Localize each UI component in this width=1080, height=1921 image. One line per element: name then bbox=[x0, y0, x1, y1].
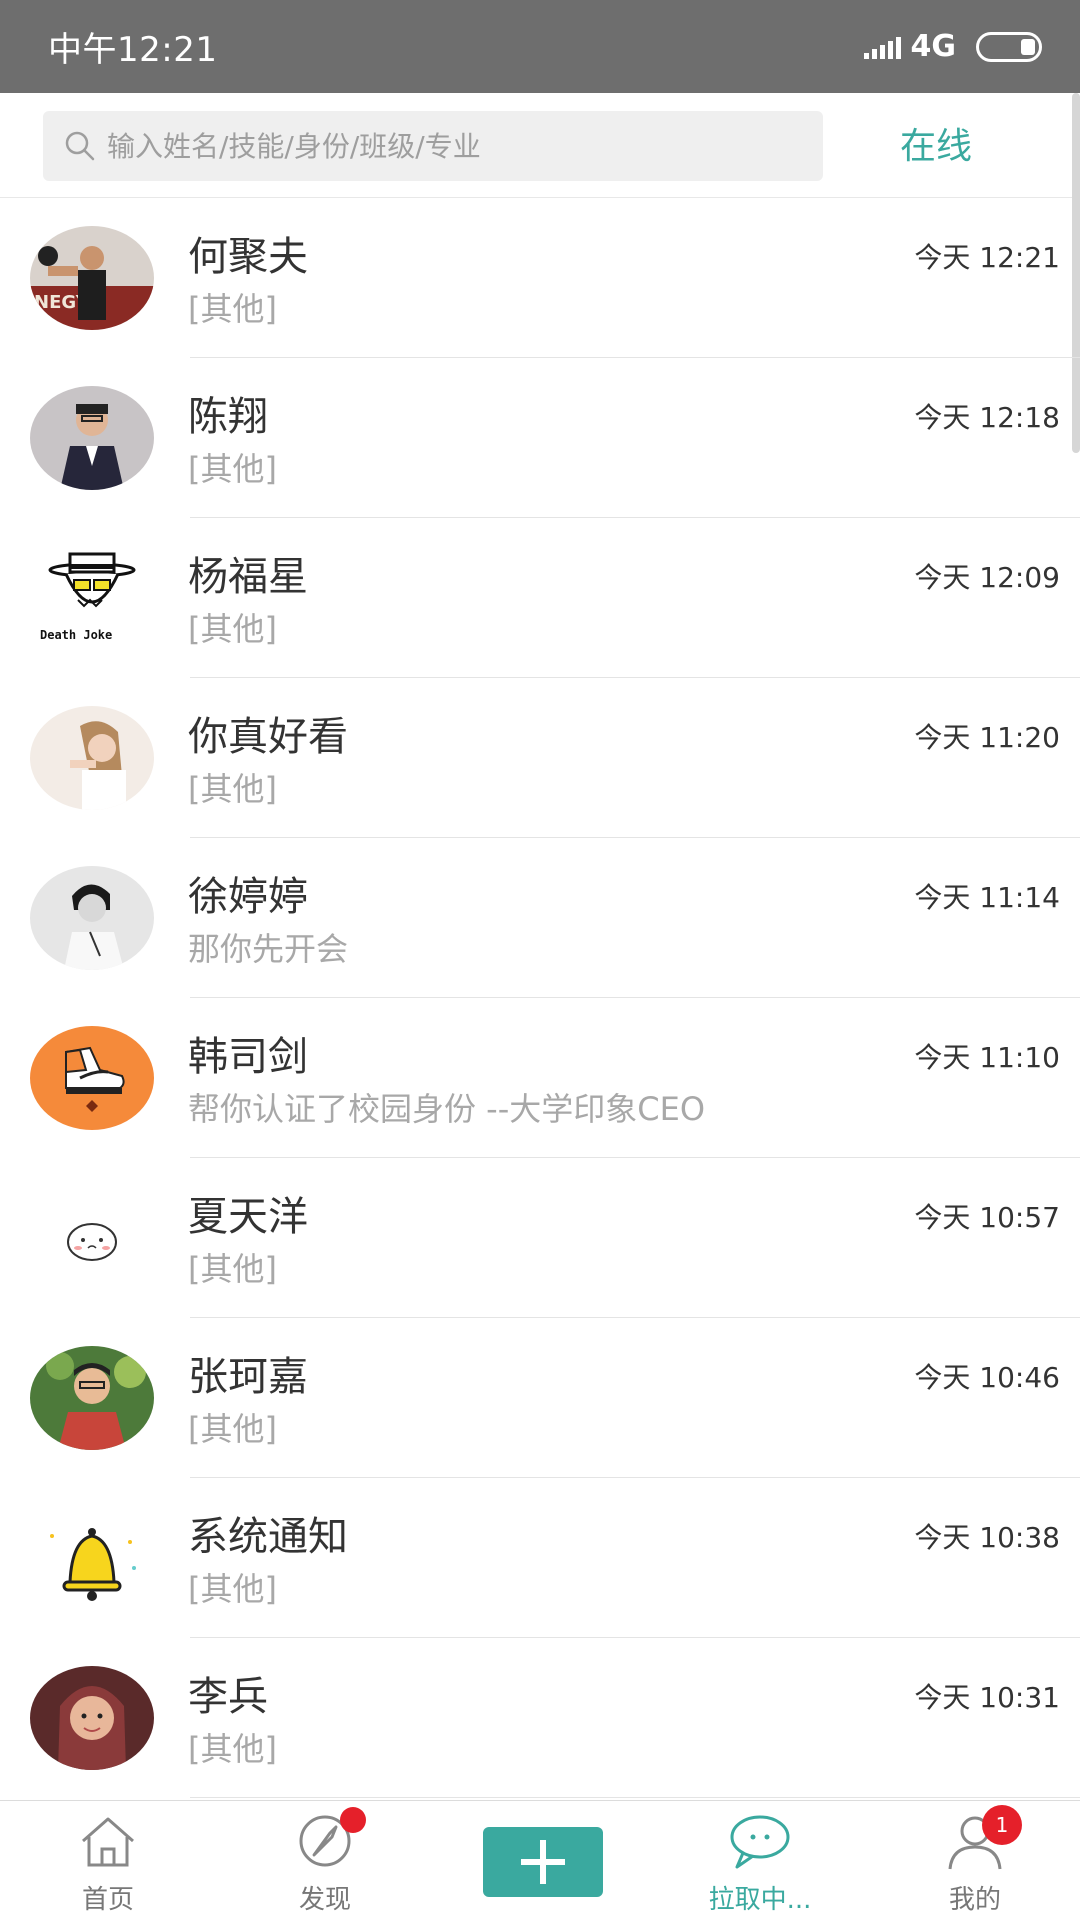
contact-name: 你真好看 bbox=[188, 714, 348, 760]
tab-label: 首页 bbox=[81, 1885, 134, 1915]
message-preview: [其他] bbox=[188, 290, 277, 328]
chat-item[interactable]: 你真好看 [其他] 今天 11:20 bbox=[0, 678, 1080, 838]
tab-messages[interactable]: 拉取中... bbox=[680, 1811, 840, 1921]
message-preview: [其他] bbox=[188, 770, 277, 808]
message-time: 今天 10:46 bbox=[914, 1361, 1060, 1394]
chat-item[interactable]: Death Joke 杨福星 [其他] 今天 12:09 bbox=[0, 518, 1080, 678]
avatar[interactable] bbox=[30, 1506, 154, 1610]
chat-item[interactable]: 韩司剑 帮你认证了校园身份 --大学印象CEO 今天 11:10 bbox=[0, 998, 1080, 1158]
status-bar: 中午12:21 4G bbox=[0, 0, 1080, 93]
avatar[interactable] bbox=[30, 866, 154, 970]
bottom-tab-bar: 首页 发现 拉取中... 1 我的 bbox=[0, 1800, 1080, 1920]
cute-face-icon bbox=[30, 1186, 154, 1290]
status-time: 中午12:21 bbox=[48, 30, 218, 70]
message-preview: [其他] bbox=[188, 1730, 277, 1768]
contact-name: 李兵 bbox=[188, 1674, 268, 1720]
contact-name: 张珂嘉 bbox=[188, 1354, 308, 1400]
message-time: 今天 11:10 bbox=[914, 1041, 1060, 1074]
contact-name: 杨福星 bbox=[188, 554, 308, 600]
message-time: 今天 12:09 bbox=[914, 561, 1060, 594]
unread-badge: 1 bbox=[982, 1805, 1022, 1845]
chat-item[interactable]: 李兵 [其他] 今天 10:31 bbox=[0, 1638, 1080, 1798]
message-time: 今天 10:31 bbox=[914, 1681, 1060, 1714]
online-filter-link[interactable]: 在线 bbox=[900, 117, 972, 169]
battery-icon bbox=[976, 31, 1042, 62]
chat-item[interactable]: 陈翔 [其他] 今天 12:18 bbox=[0, 358, 1080, 518]
contact-name: 夏天洋 bbox=[188, 1194, 308, 1240]
tab-label: 我的 bbox=[948, 1885, 1001, 1915]
message-preview: 那你先开会 bbox=[188, 930, 349, 968]
home-icon bbox=[73, 1811, 143, 1871]
chat-list: NEGY 何聚夫 [其他] 今天 12:21 陈翔 [其他] 今天 12:18 bbox=[0, 198, 1080, 1798]
avatar[interactable] bbox=[30, 706, 154, 810]
avatar[interactable] bbox=[30, 1186, 154, 1290]
avatar[interactable]: Death Joke bbox=[30, 546, 154, 650]
contact-name: 陈翔 bbox=[188, 394, 268, 440]
contact-name: 系统通知 bbox=[188, 1514, 348, 1560]
message-preview: 帮你认证了校园身份 --大学印象CEO bbox=[188, 1090, 706, 1128]
suit-photo-icon bbox=[30, 386, 154, 490]
chat-bubble-icon bbox=[725, 1811, 795, 1871]
network-type: 4G bbox=[910, 29, 957, 64]
bw-portrait-icon bbox=[30, 866, 154, 970]
message-time: 今天 12:18 bbox=[914, 401, 1060, 434]
notification-dot bbox=[340, 1807, 366, 1833]
contact-name: 何聚夫 bbox=[188, 234, 308, 280]
message-time: 今天 10:38 bbox=[914, 1521, 1060, 1554]
avatar[interactable] bbox=[30, 1346, 154, 1450]
contact-name: 韩司剑 bbox=[188, 1034, 308, 1080]
tab-home[interactable]: 首页 bbox=[28, 1811, 188, 1921]
message-time: 今天 12:21 bbox=[914, 241, 1060, 274]
message-time: 今天 11:14 bbox=[914, 881, 1060, 914]
compass-icon bbox=[290, 1807, 366, 1871]
tab-label: 发现 bbox=[298, 1885, 351, 1915]
message-preview: [其他] bbox=[188, 1570, 277, 1608]
avatar[interactable]: NEGY bbox=[30, 226, 154, 330]
add-button[interactable] bbox=[483, 1827, 603, 1897]
avatar[interactable] bbox=[30, 386, 154, 490]
message-preview: [其他] bbox=[188, 450, 277, 488]
chat-item[interactable]: 徐婷婷 那你先开会 今天 11:14 bbox=[0, 838, 1080, 998]
search-header: 在线 bbox=[0, 93, 1080, 198]
chat-item[interactable]: 夏天洋 [其他] 今天 10:57 bbox=[0, 1158, 1080, 1318]
plus-icon bbox=[521, 1840, 565, 1884]
contact-name: 徐婷婷 bbox=[188, 874, 308, 920]
avatar-caption: Death Joke bbox=[40, 628, 113, 642]
search-icon bbox=[65, 131, 95, 161]
signal-icon bbox=[863, 35, 901, 59]
person-icon: 1 bbox=[940, 1805, 1022, 1871]
avatar[interactable] bbox=[30, 1026, 154, 1130]
status-indicators: 4G bbox=[863, 29, 1042, 64]
tab-profile[interactable]: 1 我的 bbox=[895, 1805, 1055, 1921]
tab-discover[interactable]: 发现 bbox=[245, 1807, 405, 1921]
chat-item[interactable]: 系统通知 [其他] 今天 10:38 bbox=[0, 1478, 1080, 1638]
avatar[interactable] bbox=[30, 1666, 154, 1770]
message-time: 今天 11:20 bbox=[914, 721, 1060, 754]
chat-item[interactable]: NEGY 何聚夫 [其他] 今天 12:21 bbox=[0, 198, 1080, 358]
search-box[interactable] bbox=[43, 111, 823, 181]
bell-icon bbox=[30, 1506, 154, 1610]
search-input[interactable] bbox=[107, 129, 787, 163]
message-time: 今天 10:57 bbox=[914, 1201, 1060, 1234]
tab-label: 拉取中... bbox=[708, 1885, 812, 1915]
sneaker-logo-icon bbox=[30, 1026, 154, 1130]
man-photo-icon bbox=[30, 1346, 154, 1450]
message-preview: [其他] bbox=[188, 1410, 277, 1448]
girl-photo-icon bbox=[30, 706, 154, 810]
boxer-photo-icon: NEGY bbox=[30, 226, 154, 330]
woman-photo-icon bbox=[30, 1666, 154, 1770]
message-preview: [其他] bbox=[188, 610, 277, 648]
chat-item[interactable]: 张珂嘉 [其他] 今天 10:46 bbox=[0, 1318, 1080, 1478]
message-preview: [其他] bbox=[188, 1250, 277, 1288]
